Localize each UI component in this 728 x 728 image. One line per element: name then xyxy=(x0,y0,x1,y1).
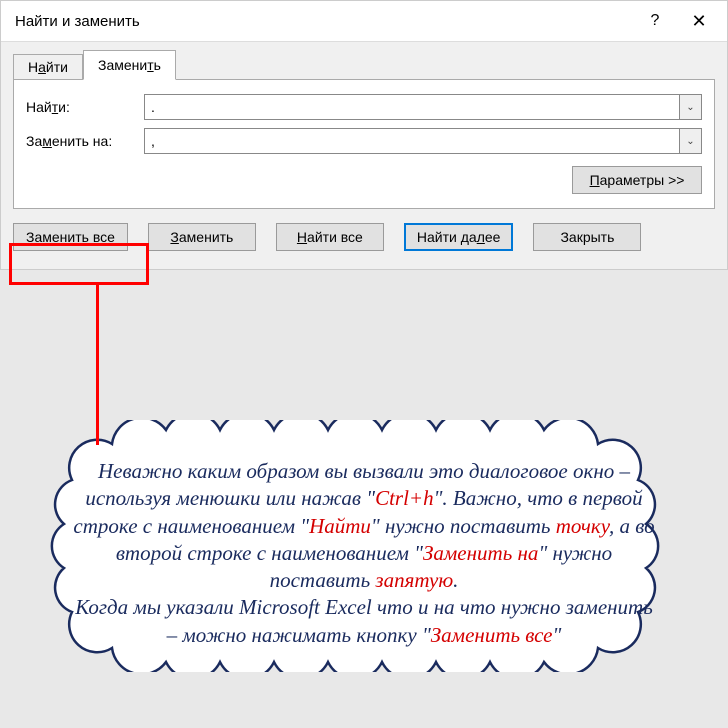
help-button[interactable]: ? xyxy=(633,5,677,37)
find-all-button[interactable]: Найти все xyxy=(276,223,384,251)
replace-input[interactable] xyxy=(145,129,679,153)
annotation-cloud: Неважно каким образом вы вызвали это диа… xyxy=(22,420,706,672)
dialog-body: Найти Заменить Найти: ⌄ Заменить на: ⌄ П… xyxy=(1,41,727,269)
replace-button[interactable]: Заменить xyxy=(148,223,256,251)
annotation-text: Неважно каким образом вы вызвали это диа… xyxy=(22,420,706,683)
find-combo: ⌄ xyxy=(144,94,702,120)
replace-label: Заменить на: xyxy=(26,133,144,149)
replace-combo: ⌄ xyxy=(144,128,702,154)
find-replace-dialog: Найти и заменить ? ✕ Найти Заменить Найт… xyxy=(0,0,728,270)
titlebar: Найти и заменить ? ✕ xyxy=(1,1,727,41)
find-input[interactable] xyxy=(145,95,679,119)
tab-panel: Найти: ⌄ Заменить на: ⌄ Параметры >> xyxy=(13,79,715,209)
dialog-title: Найти и заменить xyxy=(15,13,633,30)
highlight-replace-all xyxy=(9,243,149,285)
find-label: Найти: xyxy=(26,99,144,115)
find-dropdown-icon[interactable]: ⌄ xyxy=(679,95,701,119)
tab-replace[interactable]: Заменить xyxy=(83,50,176,80)
parameters-button[interactable]: Параметры >> xyxy=(572,166,702,194)
close-button[interactable]: Закрыть xyxy=(533,223,641,251)
replace-dropdown-icon[interactable]: ⌄ xyxy=(679,129,701,153)
close-icon[interactable]: ✕ xyxy=(677,5,721,37)
tab-find[interactable]: Найти xyxy=(13,54,83,80)
tabs: Найти Заменить xyxy=(13,50,715,80)
find-next-button[interactable]: Найти далее xyxy=(404,223,514,251)
